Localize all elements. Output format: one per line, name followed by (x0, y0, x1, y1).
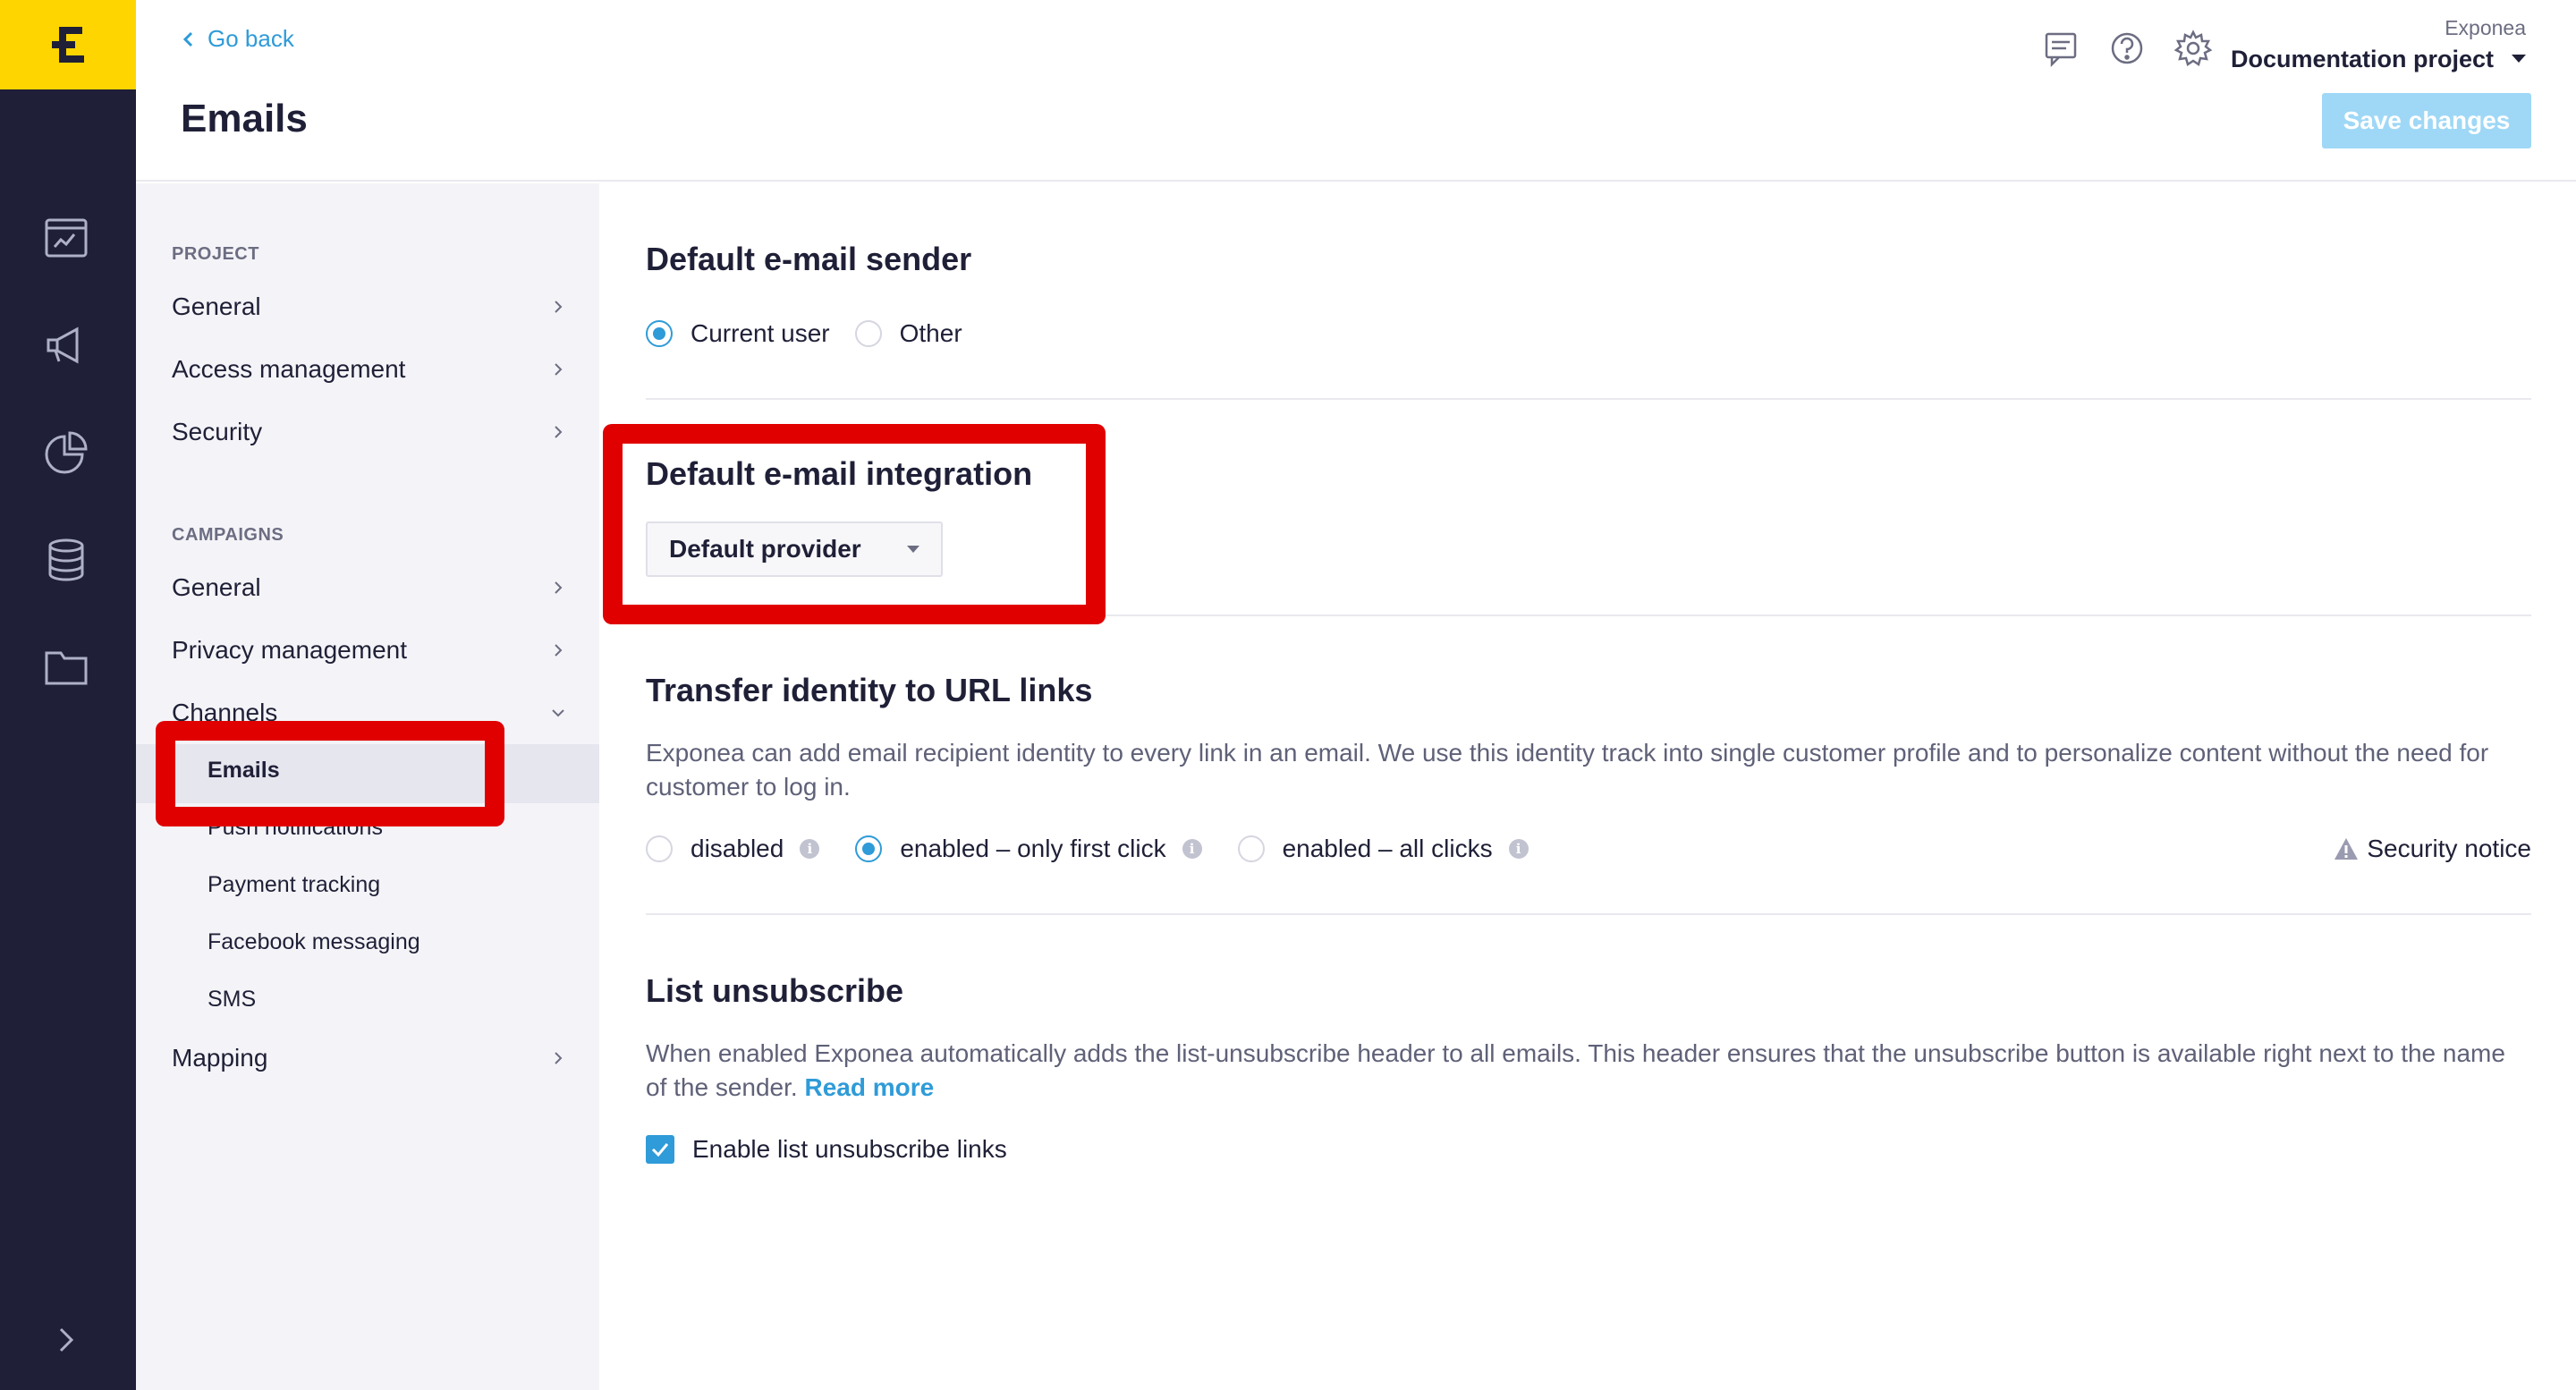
unsubscribe-description: When enabled Exponea automatically adds … (646, 1037, 2531, 1105)
nav-sub-payment-tracking[interactable]: Payment tracking (208, 872, 380, 898)
caret-down-icon (2512, 55, 2526, 63)
divider (646, 913, 2531, 915)
help-icon[interactable] (2107, 29, 2147, 68)
page-title: Emails (181, 97, 308, 140)
radio-indicator (1237, 835, 1265, 862)
nav-item-label: General (172, 573, 261, 601)
info-icon[interactable]: i (1182, 839, 1202, 859)
chevron-right-icon (555, 426, 563, 438)
nav-item-privacy-management[interactable]: Privacy management (172, 636, 565, 665)
nav-item-label: General (172, 292, 261, 320)
settings-content: Default e-mail sender Current user Other… (599, 183, 2576, 1390)
nav-item-campaigns-general[interactable]: General (172, 573, 565, 602)
nav-item-channels[interactable]: Channels (172, 699, 565, 727)
nav-sub-push-notifications[interactable]: Push notifications (208, 815, 383, 841)
radio-label: enabled – all clicks (1282, 835, 1493, 862)
security-notice-link[interactable]: Security notice (2333, 835, 2531, 863)
radio-enabled-all-clicks[interactable]: enabled – all clicks (1237, 835, 1493, 863)
chevron-down-icon (552, 709, 564, 717)
radio-label: Other (899, 319, 962, 347)
chevron-right-icon (555, 1052, 563, 1064)
exponea-logo[interactable] (0, 0, 136, 89)
radio-enabled-first-click[interactable]: enabled – only first click (855, 835, 1166, 863)
nav-item-label: Privacy management (172, 636, 408, 664)
nav-item-access-management[interactable]: Access management (172, 355, 565, 384)
caret-down-icon (907, 546, 919, 553)
save-changes-button[interactable]: Save changes (2322, 93, 2531, 148)
nav-item-mapping[interactable]: Mapping (172, 1044, 565, 1072)
email-integration-select[interactable]: Default provider (646, 521, 943, 577)
project-name: Documentation project (2231, 46, 2526, 73)
pie-chart-icon[interactable] (41, 428, 91, 478)
project-name-label: Documentation project (2230, 46, 2494, 72)
radio-current-user[interactable]: Current user (646, 319, 830, 348)
project-switcher[interactable]: Exponea Documentation project (2231, 16, 2526, 73)
radio-indicator (646, 320, 673, 347)
radio-disabled[interactable]: disabled (646, 835, 784, 863)
select-value: Default provider (669, 535, 861, 563)
section-title-identity: Transfer identity to URL links (646, 672, 1093, 708)
info-icon[interactable]: i (1508, 839, 1529, 859)
calendar-chart-icon[interactable] (41, 213, 91, 263)
checkbox-checked (646, 1135, 674, 1164)
radio-label: disabled (691, 835, 784, 862)
nav-item-label: Channels (172, 699, 278, 726)
section-title-unsubscribe: List unsubscribe (646, 972, 904, 1009)
expand-arrow-icon[interactable] (41, 1315, 91, 1365)
chevron-right-icon (555, 581, 563, 594)
nav-item-project-general[interactable]: General (172, 292, 565, 321)
nav-sub-sms[interactable]: SMS (208, 987, 256, 1013)
page-header: Go back Emails Exponea Documentation pro… (136, 0, 2576, 182)
identity-description: Exponea can add email recipient identity… (646, 739, 2489, 801)
go-back-label: Go back (208, 25, 294, 52)
project-company: Exponea (2445, 16, 2526, 39)
info-icon[interactable]: i (800, 839, 820, 859)
radio-indicator (854, 320, 882, 347)
nav-sub-facebook-messaging[interactable]: Facebook messaging (208, 929, 420, 955)
chevron-right-icon (555, 644, 563, 657)
read-more-link[interactable]: Read more (804, 1073, 934, 1101)
settings-nav: PROJECT General Access management Securi… (136, 183, 599, 1390)
chevron-right-icon (555, 301, 563, 313)
radio-indicator (646, 835, 673, 862)
divider (646, 614, 2531, 616)
active-item-background (136, 744, 599, 803)
nav-section-campaigns: CAMPAIGNS (172, 525, 284, 545)
nav-sub-emails[interactable]: Emails (208, 758, 280, 784)
radio-label: Current user (691, 319, 830, 347)
checkbox-label: Enable list unsubscribe links (692, 1135, 1007, 1163)
radio-label: enabled – only first click (900, 835, 1166, 862)
database-icon[interactable] (41, 535, 91, 585)
identity-radio-group: disabled i enabled – only first click i … (646, 835, 1529, 863)
security-notice-label: Security notice (2367, 835, 2531, 862)
chevron-left-icon (182, 31, 193, 47)
chevron-right-icon (555, 363, 563, 376)
enable-list-unsubscribe-checkbox[interactable]: Enable list unsubscribe links (646, 1135, 1007, 1164)
nav-section-project: PROJECT (172, 244, 259, 264)
app-rail (0, 0, 136, 1390)
section-title-integration: Default e-mail integration (646, 455, 1033, 492)
nav-item-label: Access management (172, 355, 406, 383)
exponea-logo-icon (52, 27, 84, 63)
section-title-sender: Default e-mail sender (646, 241, 972, 277)
chat-icon[interactable] (2041, 29, 2080, 68)
nav-item-label: Mapping (172, 1044, 268, 1072)
warning-icon (2334, 838, 2359, 860)
radio-indicator (855, 835, 883, 862)
go-back-link[interactable]: Go back (182, 25, 294, 53)
radio-other[interactable]: Other (854, 319, 962, 348)
folder-icon[interactable] (41, 642, 91, 692)
divider (646, 398, 2531, 400)
checkmark-icon (651, 1143, 669, 1157)
nav-item-security[interactable]: Security (172, 418, 565, 446)
nav-item-label: Security (172, 418, 263, 445)
sender-radio-group: Current user Other (646, 319, 962, 348)
megaphone-icon[interactable] (41, 320, 91, 370)
settings-icon[interactable] (2174, 29, 2213, 68)
